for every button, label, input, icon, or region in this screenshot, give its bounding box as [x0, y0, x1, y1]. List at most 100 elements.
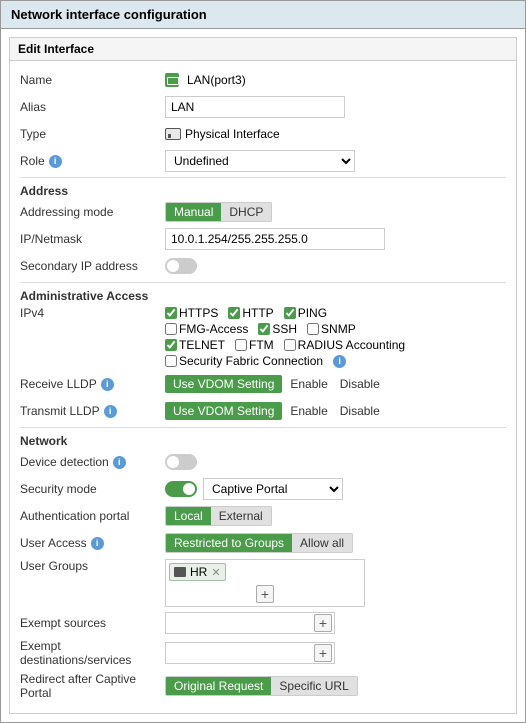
- divider-3: [20, 427, 506, 428]
- addressing-mode-row: Addressing mode Manual DHCP: [20, 201, 506, 223]
- exempt-destinations-field[interactable]: +: [165, 642, 335, 664]
- panel-title: Network interface configuration: [1, 1, 525, 29]
- local-btn[interactable]: Local: [166, 507, 211, 525]
- hr-group-remove-btn[interactable]: ✕: [211, 566, 220, 579]
- user-groups-value: HR ✕ +: [165, 559, 506, 607]
- telnet-checkbox[interactable]: TELNET: [165, 338, 225, 352]
- hr-group-name: HR: [190, 565, 207, 579]
- addressing-mode-toggle: Manual DHCP: [165, 202, 272, 222]
- alias-value: [165, 96, 506, 118]
- addressing-mode-value: Manual DHCP: [165, 202, 506, 222]
- user-access-label: User Access i: [20, 536, 165, 550]
- receive-lldp-value: Use VDOM Setting Enable Disable: [165, 375, 506, 393]
- receive-lldp-vdom-btn[interactable]: Use VDOM Setting: [165, 375, 282, 393]
- redirect-value: Original Request Specific URL: [165, 676, 506, 696]
- addressing-mode-label: Addressing mode: [20, 205, 165, 219]
- security-mode-label: Security mode: [20, 482, 165, 496]
- transmit-lldp-label: Transmit LLDP i: [20, 404, 165, 418]
- user-access-row: User Access i Restricted to Groups Allow…: [20, 532, 506, 554]
- receive-lldp-enable-btn[interactable]: Enable: [286, 375, 331, 393]
- user-access-value: Restricted to Groups Allow all: [165, 533, 506, 553]
- secondary-ip-row: Secondary IP address: [20, 255, 506, 277]
- radius-checkbox[interactable]: RADIUS Accounting: [284, 338, 405, 352]
- auth-portal-value: Local External: [165, 506, 506, 526]
- name-label: Name: [20, 73, 165, 87]
- receive-lldp-info-icon[interactable]: i: [101, 378, 114, 391]
- admin-access-block: HTTPS HTTP PING FMG-Access SSH SNMP TELN…: [165, 306, 411, 368]
- device-detection-toggle[interactable]: [165, 454, 197, 470]
- exempt-destinations-label: Exempt destinations/services: [20, 639, 165, 667]
- ip-netmask-input[interactable]: [165, 228, 385, 250]
- transmit-lldp-info-icon[interactable]: i: [104, 405, 117, 418]
- https-checkbox[interactable]: HTTPS: [165, 306, 218, 320]
- name-row: Name LAN(port3): [20, 69, 506, 91]
- transmit-lldp-value: Use VDOM Setting Enable Disable: [165, 402, 506, 420]
- exempt-sources-add-btn[interactable]: +: [314, 614, 332, 632]
- user-access-info-icon[interactable]: i: [91, 537, 104, 550]
- secondary-ip-label: Secondary IP address: [20, 259, 165, 273]
- alias-row: Alias: [20, 96, 506, 118]
- external-btn[interactable]: External: [211, 507, 271, 525]
- divider-1: [20, 177, 506, 178]
- secondary-ip-toggle[interactable]: [165, 258, 197, 274]
- group-icon: [174, 567, 186, 577]
- admin-row-2: FMG-Access SSH SNMP: [165, 322, 411, 336]
- device-detection-row: Device detection i: [20, 451, 506, 473]
- auth-portal-row: Authentication portal Local External: [20, 505, 506, 527]
- device-detection-info-icon[interactable]: i: [113, 456, 126, 469]
- add-group-btn[interactable]: +: [256, 585, 274, 603]
- type-row: Type Physical Interface: [20, 123, 506, 145]
- transmit-lldp-vdom-btn[interactable]: Use VDOM Setting: [165, 402, 282, 420]
- ip-netmask-row: IP/Netmask: [20, 228, 506, 250]
- device-detection-label: Device detection i: [20, 455, 165, 469]
- fabric-checkbox[interactable]: Security Fabric Connection: [165, 354, 323, 368]
- restricted-groups-btn[interactable]: Restricted to Groups: [166, 534, 292, 552]
- exempt-sources-value: +: [165, 612, 506, 634]
- ip-netmask-value: [165, 228, 506, 250]
- fabric-info-icon[interactable]: i: [333, 355, 346, 368]
- original-request-btn[interactable]: Original Request: [166, 677, 271, 695]
- dhcp-btn[interactable]: DHCP: [221, 203, 271, 221]
- ipv4-checkboxes: HTTPS HTTP PING FMG-Access SSH SNMP TELN…: [165, 306, 506, 368]
- snmp-checkbox[interactable]: SNMP: [307, 322, 356, 336]
- name-value: LAN(port3): [165, 73, 506, 87]
- divider-2: [20, 282, 506, 283]
- role-info-icon[interactable]: i: [49, 155, 62, 168]
- alias-label: Alias: [20, 100, 165, 114]
- auth-portal-label: Authentication portal: [20, 509, 165, 523]
- type-value: Physical Interface: [165, 127, 506, 141]
- ip-netmask-label: IP/Netmask: [20, 232, 165, 246]
- receive-lldp-disable-btn[interactable]: Disable: [336, 375, 384, 393]
- address-section-header: Address: [20, 184, 506, 198]
- form-body: Name LAN(port3) Alias Type Physical Inte…: [10, 61, 516, 713]
- security-mode-row: Security mode Captive Portal: [20, 478, 506, 500]
- manual-btn[interactable]: Manual: [166, 203, 221, 221]
- http-checkbox[interactable]: HTTP: [228, 306, 273, 320]
- admin-row-4: Security Fabric Connection i: [165, 354, 411, 368]
- security-mode-toggle[interactable]: [165, 481, 197, 497]
- physical-interface-icon: [165, 128, 181, 140]
- allow-all-btn[interactable]: Allow all: [292, 534, 352, 552]
- role-label: Role i: [20, 154, 165, 168]
- ping-checkbox[interactable]: PING: [284, 306, 327, 320]
- exempt-destinations-row: Exempt destinations/services +: [20, 639, 506, 667]
- alias-input[interactable]: [165, 96, 345, 118]
- specific-url-btn[interactable]: Specific URL: [271, 677, 356, 695]
- admin-row-3: TELNET FTM RADIUS Accounting: [165, 338, 411, 352]
- transmit-lldp-enable-btn[interactable]: Enable: [286, 402, 331, 420]
- secondary-ip-value: [165, 258, 506, 274]
- fmg-checkbox[interactable]: FMG-Access: [165, 322, 248, 336]
- ftm-checkbox[interactable]: FTM: [235, 338, 274, 352]
- transmit-lldp-disable-btn[interactable]: Disable: [336, 402, 384, 420]
- exempt-sources-field[interactable]: +: [165, 612, 335, 634]
- ipv4-row: IPv4 HTTPS HTTP PING FMG-Access SSH SNMP: [20, 306, 506, 368]
- role-select[interactable]: Undefined: [165, 150, 355, 172]
- security-mode-select[interactable]: Captive Portal: [203, 478, 343, 500]
- user-groups-box[interactable]: HR ✕ +: [165, 559, 365, 607]
- security-mode-value: Captive Portal: [165, 478, 506, 500]
- exempt-destinations-add-btn[interactable]: +: [314, 644, 332, 662]
- exempt-sources-row: Exempt sources +: [20, 612, 506, 634]
- ssh-checkbox[interactable]: SSH: [258, 322, 297, 336]
- role-value: Undefined: [165, 150, 506, 172]
- type-label: Type: [20, 127, 165, 141]
